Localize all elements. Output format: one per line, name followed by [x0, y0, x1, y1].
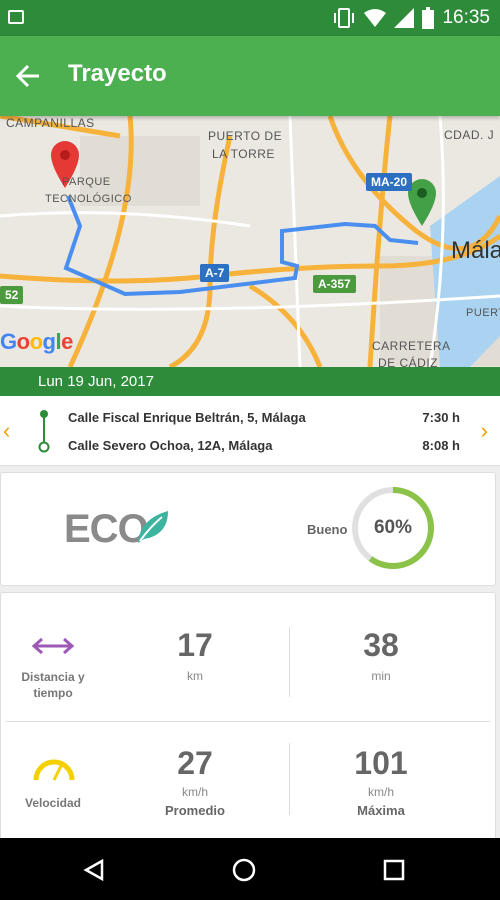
avg-speed-label: Promedio	[165, 803, 225, 818]
map-label-city: Mála	[451, 237, 500, 264]
highway-shield-ma20: MA-20	[366, 173, 413, 191]
distance-unit: km	[187, 669, 203, 683]
destination-address: Calle Severo Ochoa, 12A, Málaga	[68, 438, 273, 453]
highway-shield-a357: A-357	[313, 275, 356, 293]
image-notification-icon	[8, 10, 24, 24]
back-triangle-icon[interactable]	[74, 850, 114, 890]
home-circle-icon[interactable]	[224, 850, 264, 890]
map-label: PUERTO DE	[208, 129, 283, 143]
eco-rating-label: Bueno	[307, 522, 348, 537]
map-label: PARQUE	[62, 176, 111, 188]
status-right: 16:35	[332, 0, 490, 36]
leaf-icon	[136, 509, 170, 550]
chevron-right-icon[interactable]: ›	[481, 418, 488, 444]
google-logo: Google	[0, 329, 73, 354]
map-label: CARRETERA	[372, 339, 451, 353]
eco-card: ECO Bueno 60%	[0, 472, 496, 586]
route-endpoints-icon	[38, 410, 50, 453]
map-label: CDAD. J	[444, 128, 495, 142]
speedometer-icon	[33, 759, 75, 781]
system-nav-bar	[0, 838, 500, 900]
eco-score-percent: 60%	[373, 517, 413, 538]
destination-time: 8:08 h	[422, 438, 460, 453]
speed-label: Velocidad	[24, 796, 82, 810]
avg-speed-unit: km/h	[181, 785, 208, 799]
divider	[289, 743, 290, 815]
map-label: DE CÁDIZ	[378, 356, 439, 367]
back-arrow-icon[interactable]	[10, 58, 46, 94]
trip-stats-card: Distancia y tiempo 17 km 38 min Velocida…	[0, 592, 496, 840]
chevron-left-icon[interactable]: ‹	[3, 418, 10, 444]
vibrate-icon	[334, 8, 355, 28]
map-label: TECNOLÓGICO	[45, 193, 132, 205]
wifi-icon	[364, 9, 387, 27]
origin-address: Calle Fiscal Enrique Beltrán, 5, Málaga	[68, 410, 306, 425]
divider	[6, 721, 490, 722]
max-speed-value: 101	[354, 745, 408, 781]
distance-label: Distancia y tiempo	[21, 670, 85, 700]
map-label: LA TORRE	[212, 147, 275, 161]
map-label: PUERT	[466, 307, 500, 319]
origin-time: 7:30 h	[422, 410, 460, 425]
distance-value: 17	[177, 627, 213, 663]
max-speed-label: Máxima	[357, 803, 405, 818]
recents-square-icon[interactable]	[374, 850, 414, 890]
app-bar: Trayecto	[0, 36, 500, 116]
signal-icon	[394, 8, 415, 28]
page-title: Trayecto	[68, 60, 167, 87]
highway-shield-a7: A-7	[200, 264, 230, 282]
battery-icon	[422, 7, 435, 29]
divider	[289, 627, 290, 697]
trip-date: Lun 19 Jun, 2017	[0, 367, 500, 396]
route-summary: ‹ Calle Fiscal Enrique Beltrán, 5, Málag…	[0, 396, 500, 466]
avg-speed-value: 27	[177, 745, 213, 781]
arrows-horizontal-icon	[31, 637, 75, 655]
max-speed-unit: km/h	[367, 785, 394, 799]
route-map[interactable]: CAMPANILLAS PUERTO DE LA TORRE CDAD. J P…	[0, 116, 500, 367]
status-bar: 16:35	[0, 0, 500, 36]
duration-unit: min	[371, 669, 391, 683]
status-time: 16:35	[442, 7, 490, 28]
highway-shield-52: 52	[0, 286, 24, 304]
map-label: CAMPANILLAS	[6, 116, 95, 130]
duration-value: 38	[363, 627, 399, 663]
